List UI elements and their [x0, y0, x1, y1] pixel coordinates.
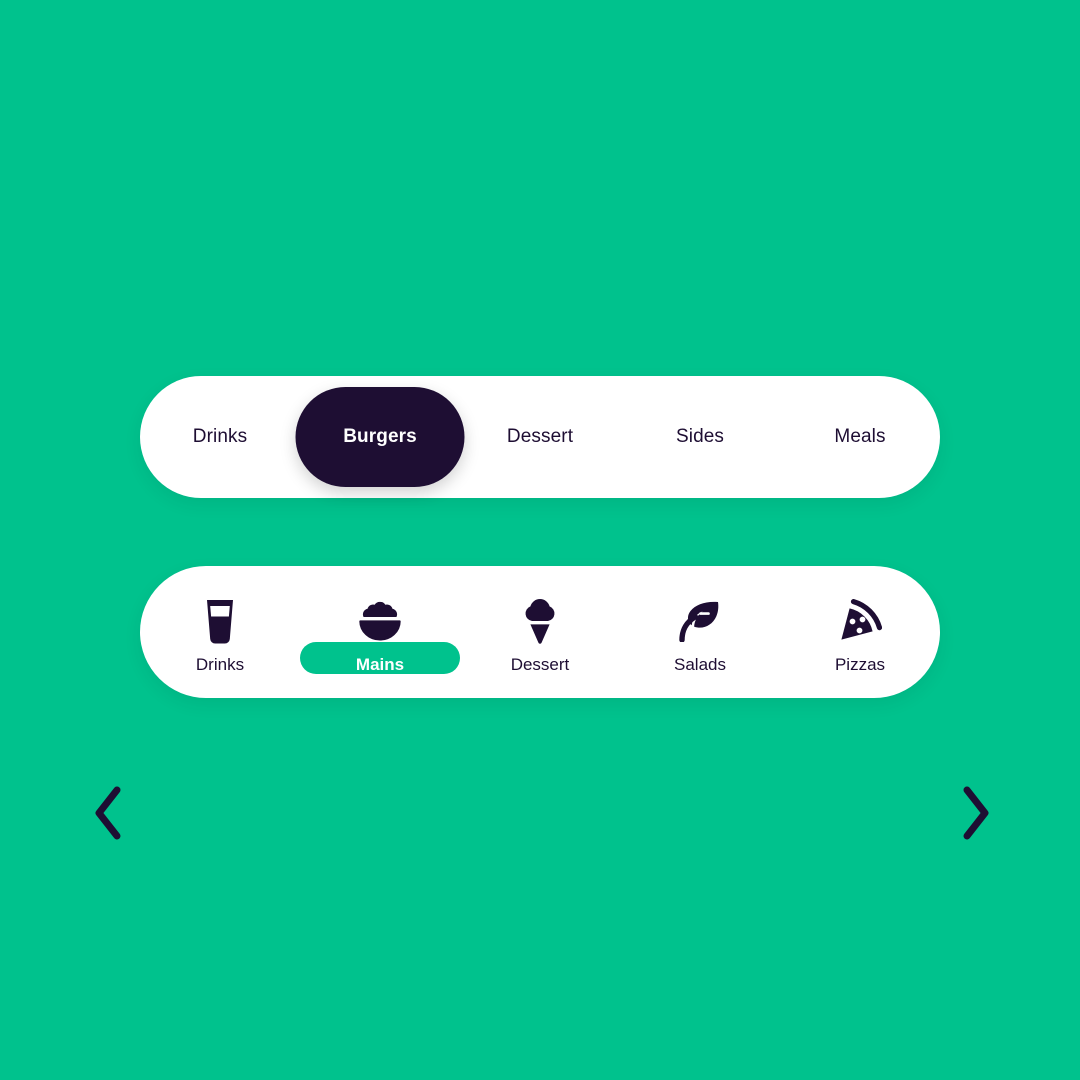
chevron-right-icon — [963, 786, 989, 840]
icon-tab-label: Pizzas — [834, 654, 886, 674]
icon-tab-bar: Drinks Mains Dessert Salads Pizzas — [140, 566, 940, 698]
category-item-label: Dessert — [506, 426, 574, 447]
ice-cream-icon — [517, 598, 563, 644]
icon-tab-mains[interactable]: Mains — [300, 566, 460, 698]
category-item-dessert[interactable]: Dessert — [460, 376, 620, 498]
category-item-label: Meals — [834, 426, 886, 447]
icon-tab-label: Dessert — [510, 654, 570, 674]
leaf-icon — [677, 598, 723, 644]
category-track: Drinks Burgers Dessert Sides Meals — [140, 376, 940, 498]
icon-tab-dessert[interactable]: Dessert — [460, 566, 620, 698]
category-item-meals[interactable]: Meals — [780, 376, 940, 498]
category-item-label: Burgers — [343, 426, 417, 447]
drink-glass-icon — [197, 598, 243, 644]
category-selector: Drinks Burgers Dessert Sides Meals — [0, 376, 1080, 840]
category-bar: Drinks Burgers Dessert Sides Meals — [140, 376, 940, 498]
icon-tab-label: Mains — [355, 654, 405, 674]
rice-bowl-icon — [357, 598, 403, 644]
chevron-left-icon — [95, 786, 121, 840]
icon-tab-pizzas[interactable]: Pizzas — [780, 566, 940, 698]
category-item-burgers[interactable]: Burgers — [295, 376, 465, 498]
category-item-drinks[interactable]: Drinks — [140, 376, 300, 498]
category-item-label: Sides — [675, 426, 725, 447]
icon-tab-salads[interactable]: Salads — [620, 566, 780, 698]
prev-arrow-button[interactable] — [92, 784, 126, 842]
icon-tab-track: Drinks Mains Dessert Salads Pizzas — [140, 566, 940, 698]
category-item-label: Drinks — [192, 426, 248, 447]
icon-tab-drinks[interactable]: Drinks — [140, 566, 300, 698]
icon-tab-label: Drinks — [195, 654, 245, 674]
category-item-sides[interactable]: Sides — [620, 376, 780, 498]
next-arrow-button[interactable] — [958, 784, 992, 842]
icon-tab-label: Salads — [674, 654, 726, 674]
icon-tab-selector: Drinks Mains Dessert Salads Pizzas — [0, 566, 1080, 698]
pizza-slice-icon — [837, 598, 883, 644]
